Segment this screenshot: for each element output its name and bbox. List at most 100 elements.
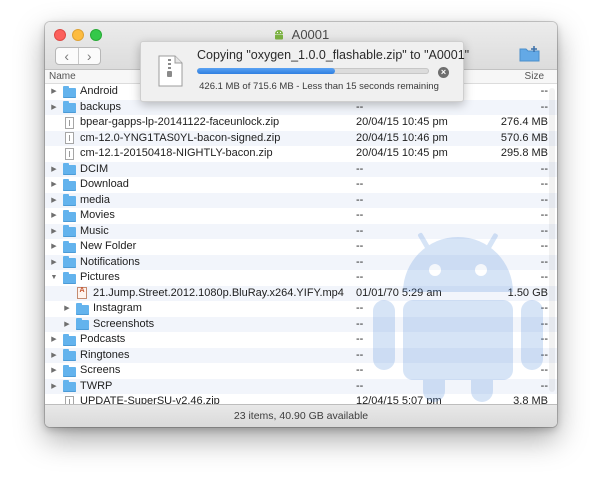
size-column-header[interactable]: Size [525,71,544,82]
file-row[interactable]: bpear-gapps-lp-20141122-faceunlock.zip 20… [45,115,557,131]
folder-row[interactable]: ▶ Ringtones -- -- [45,347,557,364]
file-list: ▶ Android -- -- ▶ backups -- -- bpear-gapps-lp-2… [45,84,557,404]
row-name-cell: ▶ New Folder [49,239,136,255]
new-folder-button[interactable] [519,45,541,66]
row-size: -- [540,348,548,361]
row-name-cell: UPDATE-SuperSU-v2.46.zip [49,394,220,404]
folder-row[interactable]: ▶ TWRP -- -- [45,378,557,395]
vertical-scrollbar[interactable] [548,84,555,402]
folder-row[interactable]: ▶ media -- -- [45,192,557,209]
disclosure-triangle-icon[interactable]: ▶ [49,224,59,240]
cancel-copy-button[interactable]: × [438,67,449,78]
row-date: -- [356,364,364,376]
row-date: -- [356,271,364,283]
chevron-right-icon: › [86,48,92,64]
disclosure-triangle-icon[interactable]: ▶ [49,177,59,193]
disclosure-triangle-icon[interactable]: ▶ [49,239,59,255]
forward-button[interactable]: › [77,48,101,64]
row-name-cell: ▶ Android [49,84,118,100]
folder-row[interactable]: ▶ Podcasts -- -- [45,332,557,348]
row-name-cell: ▶ Instagram [62,301,142,317]
disclosure-triangle-icon[interactable]: ▶ [62,301,72,317]
row-size: -- [540,379,548,392]
row-name: cm-12.0-YNG1TAS0YL-bacon-signed.zip [80,131,281,144]
row-date: -- [356,317,364,330]
row-size: 276.4 MB [500,116,548,128]
folder-icon [62,209,76,222]
row-name: media [80,193,110,206]
row-date: -- [356,240,364,252]
disclosure-triangle-icon[interactable]: ▶ [49,255,59,271]
file-row[interactable]: cm-12.0-YNG1TAS0YL-bacon-signed.zip 20/04… [45,130,557,147]
row-name: Podcasts [80,333,126,345]
status-bar: 23 items, 40.90 GB available [45,404,557,427]
row-size: -- [540,162,548,175]
copy-title: Copying "oxygen_1.0.0_flashable.zip" to … [197,48,470,62]
folder-icon [62,380,76,393]
folder-row[interactable]: ▶ Notifications -- -- [45,254,557,271]
row-name-cell: ▶ DCIM [49,162,108,178]
folder-icon [62,163,76,176]
zip-file-icon [62,116,76,129]
disclosure-triangle-icon[interactable]: ▶ [49,193,59,209]
disclosure-triangle-icon[interactable]: ▶ [49,84,59,100]
disclosure-triangle-expanded-icon[interactable]: ▼ [49,270,59,286]
row-name: 21.Jump.Street.2012.1080p.BluRay.x264.YI… [93,286,344,299]
folder-row[interactable]: ▼ Pictures -- -- [45,270,557,286]
folder-row[interactable]: ▶ Movies -- -- [45,208,557,224]
row-name: backups [80,100,121,113]
row-name: Download [80,178,129,190]
window-title: A0001 [291,27,330,42]
copy-progress-panel: Copying "oxygen_1.0.0_flashable.zip" to … [140,41,470,102]
row-name: Screenshots [93,317,155,330]
row-size: -- [540,333,548,345]
folder-row[interactable]: ▶ New Folder -- -- [45,239,557,255]
back-button[interactable]: ‹ [56,48,78,64]
scrollbar-thumb[interactable] [549,88,555,392]
folder-icon [62,101,76,114]
row-name-cell: ▶ Podcasts [49,332,125,348]
copy-progress-bar [197,68,429,74]
row-name: Movies [80,209,115,221]
file-row[interactable]: cm-12.1-20150418-NIGHTLY-bacon.zip 20/04/… [45,146,557,162]
row-date: -- [356,209,364,221]
folder-row[interactable]: ▶ Screenshots -- -- [45,316,557,333]
disclosure-triangle-icon[interactable]: ▶ [49,348,59,364]
status-text: 23 items, 40.90 GB available [233,410,369,422]
folder-icon [62,194,76,207]
row-date: -- [356,379,364,392]
row-size: -- [540,85,548,97]
folder-row[interactable]: ▶ Screens -- -- [45,363,557,379]
disclosure-triangle-icon[interactable]: ▶ [49,332,59,348]
folder-icon [62,271,76,284]
row-size: 1.50 GB [507,286,548,299]
name-column-header[interactable]: Name [49,71,76,82]
folder-icon [62,364,76,377]
folder-row[interactable]: ▶ DCIM -- -- [45,161,557,178]
folder-row[interactable]: ▶ Instagram -- -- [45,301,557,317]
row-name-cell: ▶ TWRP [49,379,112,395]
disclosure-triangle-icon[interactable]: ▶ [49,208,59,224]
row-name: Instagram [93,302,142,314]
folder-row[interactable]: ▶ Music -- -- [45,223,557,240]
row-date: -- [356,348,364,361]
zip-file-icon [62,395,76,404]
row-date: 12/04/15 5:07 pm [356,395,442,404]
disclosure-triangle-icon[interactable]: ▶ [49,100,59,116]
disclosure-triangle-icon[interactable]: ▶ [49,162,59,178]
disclosure-triangle-icon[interactable]: ▶ [49,379,59,395]
disclosure-triangle-icon[interactable]: ▶ [62,317,72,333]
file-row[interactable]: A 21.Jump.Street.2012.1080p.BluRay.x264.Y… [45,285,557,301]
row-name-cell: cm-12.0-YNG1TAS0YL-bacon-signed.zip [49,131,280,147]
row-size: 295.8 MB [500,147,548,159]
row-name-cell: bpear-gapps-lp-20141122-faceunlock.zip [49,115,279,131]
folder-row[interactable]: ▶ Download -- -- [45,177,557,193]
disclosure-triangle-icon[interactable]: ▶ [49,363,59,379]
folder-icon [62,333,76,346]
row-size: -- [540,209,548,221]
row-name: Ringtones [80,348,130,361]
row-name-cell: ▶ Download [49,177,129,193]
row-name: Screens [80,364,121,376]
file-row[interactable]: UPDATE-SuperSU-v2.46.zip 12/04/15 5:07 pm… [45,394,557,404]
row-name: Music [80,224,109,237]
